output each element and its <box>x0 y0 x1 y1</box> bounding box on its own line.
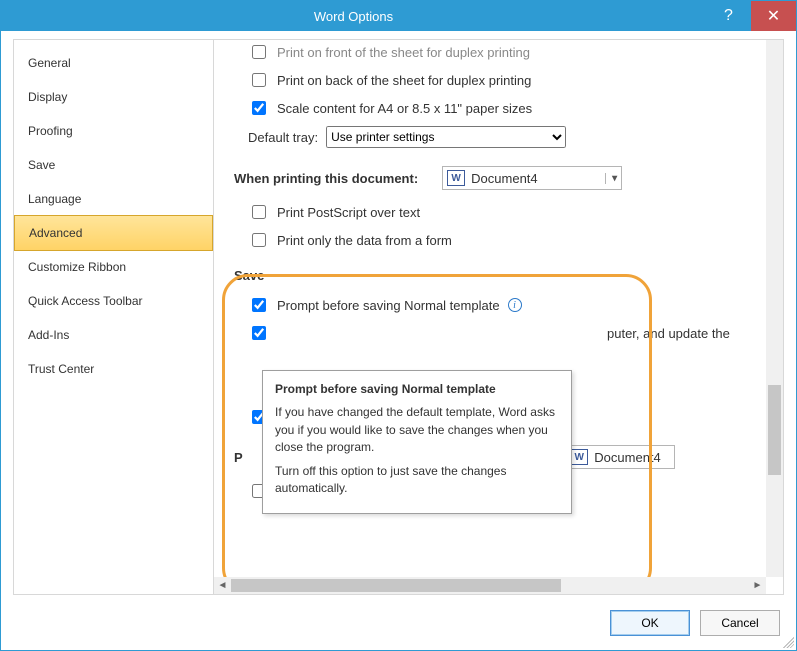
option-print-back-duplex[interactable]: Print on back of the sheet for duplex pr… <box>234 66 765 94</box>
horizontal-scrollbar[interactable]: ◄ ► <box>214 577 766 594</box>
checkbox-prompt-normal[interactable] <box>252 298 266 312</box>
tooltip-paragraph-2: Turn off this option to just save the ch… <box>275 463 559 498</box>
checkbox-print-front[interactable] <box>252 45 266 59</box>
label-data-form: Print only the data from a form <box>277 233 452 248</box>
label-postscript: Print PostScript over text <box>277 205 420 220</box>
sidebar-item-advanced[interactable]: Advanced <box>14 215 213 251</box>
option-prompt-normal-template[interactable]: Prompt before saving Normal template i <box>234 291 765 319</box>
vertical-scrollbar[interactable] <box>766 40 783 577</box>
document-name: Document4 <box>471 171 537 186</box>
content-pane: Print on front of the sheet for duplex p… <box>213 39 784 595</box>
label-obscured-1-tail: puter, and update the <box>607 326 730 341</box>
section-save: Save <box>234 260 765 291</box>
info-icon[interactable]: i <box>508 298 522 312</box>
dialog-body: General Display Proofing Save Language A… <box>1 31 796 595</box>
sidebar-item-language[interactable]: Language <box>14 182 213 216</box>
help-button[interactable]: ? <box>706 1 751 31</box>
horizontal-scroll-track[interactable] <box>231 577 749 594</box>
sidebar-item-add-ins[interactable]: Add-Ins <box>14 318 213 352</box>
label-print-front: Print on front of the sheet for duplex p… <box>277 45 530 60</box>
titlebar: Word Options ? ✕ <box>1 1 796 31</box>
scroll-left-arrow[interactable]: ◄ <box>214 580 231 591</box>
default-tray-row: Default tray: Use printer settings <box>234 122 765 152</box>
checkbox-scale-a4[interactable] <box>252 101 266 115</box>
word-options-dialog: Word Options ? ✕ General Display Proofin… <box>0 0 797 651</box>
category-sidebar: General Display Proofing Save Language A… <box>13 39 213 595</box>
document-select-2[interactable]: W Document4 <box>565 445 675 469</box>
section-when-printing-document: When printing this document: W Document4… <box>234 158 765 198</box>
window-controls: ? ✕ <box>706 1 796 31</box>
chevron-down-icon: ▾ <box>605 173 617 184</box>
option-print-data-form[interactable]: Print only the data from a form <box>234 226 765 254</box>
horizontal-scroll-thumb[interactable] <box>231 579 561 592</box>
sidebar-item-proofing[interactable]: Proofing <box>14 114 213 148</box>
cancel-button[interactable]: Cancel <box>700 610 780 636</box>
section-label: When printing this document: <box>234 171 418 186</box>
word-doc-icon: W <box>447 170 465 186</box>
option-obscured-1[interactable]: puter, and update the <box>234 319 765 347</box>
tooltip-paragraph-1: If you have changed the default template… <box>275 404 559 456</box>
word-doc-icon: W <box>570 449 588 465</box>
section-preserve-prefix: P <box>234 450 243 465</box>
ok-button[interactable]: OK <box>610 610 690 636</box>
checkbox-obscured-1[interactable] <box>252 326 266 340</box>
checkbox-print-back[interactable] <box>252 73 266 87</box>
label-scale-a4: Scale content for A4 or 8.5 x 11" paper … <box>277 101 532 116</box>
tooltip-title: Prompt before saving Normal template <box>275 381 559 398</box>
dialog-footer: OK Cancel <box>1 595 796 650</box>
window-title: Word Options <box>1 9 706 24</box>
section-save-label: Save <box>234 268 264 283</box>
document-select[interactable]: W Document4 ▾ <box>442 166 622 190</box>
vertical-scroll-thumb[interactable] <box>768 385 781 475</box>
label-print-back: Print on back of the sheet for duplex pr… <box>277 73 531 88</box>
option-print-front-duplex[interactable]: Print on front of the sheet for duplex p… <box>234 39 765 66</box>
document-name-2: Document4 <box>594 450 660 465</box>
checkbox-data-form[interactable] <box>252 233 266 247</box>
label-prompt-normal: Prompt before saving Normal template <box>277 298 500 313</box>
tooltip-prompt-normal: Prompt before saving Normal template If … <box>262 370 572 514</box>
sidebar-item-trust-center[interactable]: Trust Center <box>14 352 213 386</box>
default-tray-select[interactable]: Use printer settings <box>326 126 566 148</box>
sidebar-item-display[interactable]: Display <box>14 80 213 114</box>
sidebar-item-general[interactable]: General <box>14 46 213 80</box>
close-button[interactable]: ✕ <box>751 1 796 31</box>
option-scale-a4[interactable]: Scale content for A4 or 8.5 x 11" paper … <box>234 94 765 122</box>
resize-grip[interactable] <box>780 634 794 648</box>
sidebar-item-save[interactable]: Save <box>14 148 213 182</box>
option-print-postscript[interactable]: Print PostScript over text <box>234 198 765 226</box>
sidebar-item-quick-access-toolbar[interactable]: Quick Access Toolbar <box>14 284 213 318</box>
scroll-right-arrow[interactable]: ► <box>749 580 766 591</box>
checkbox-postscript[interactable] <box>252 205 266 219</box>
default-tray-label: Default tray: <box>248 130 318 145</box>
sidebar-item-customize-ribbon[interactable]: Customize Ribbon <box>14 250 213 284</box>
